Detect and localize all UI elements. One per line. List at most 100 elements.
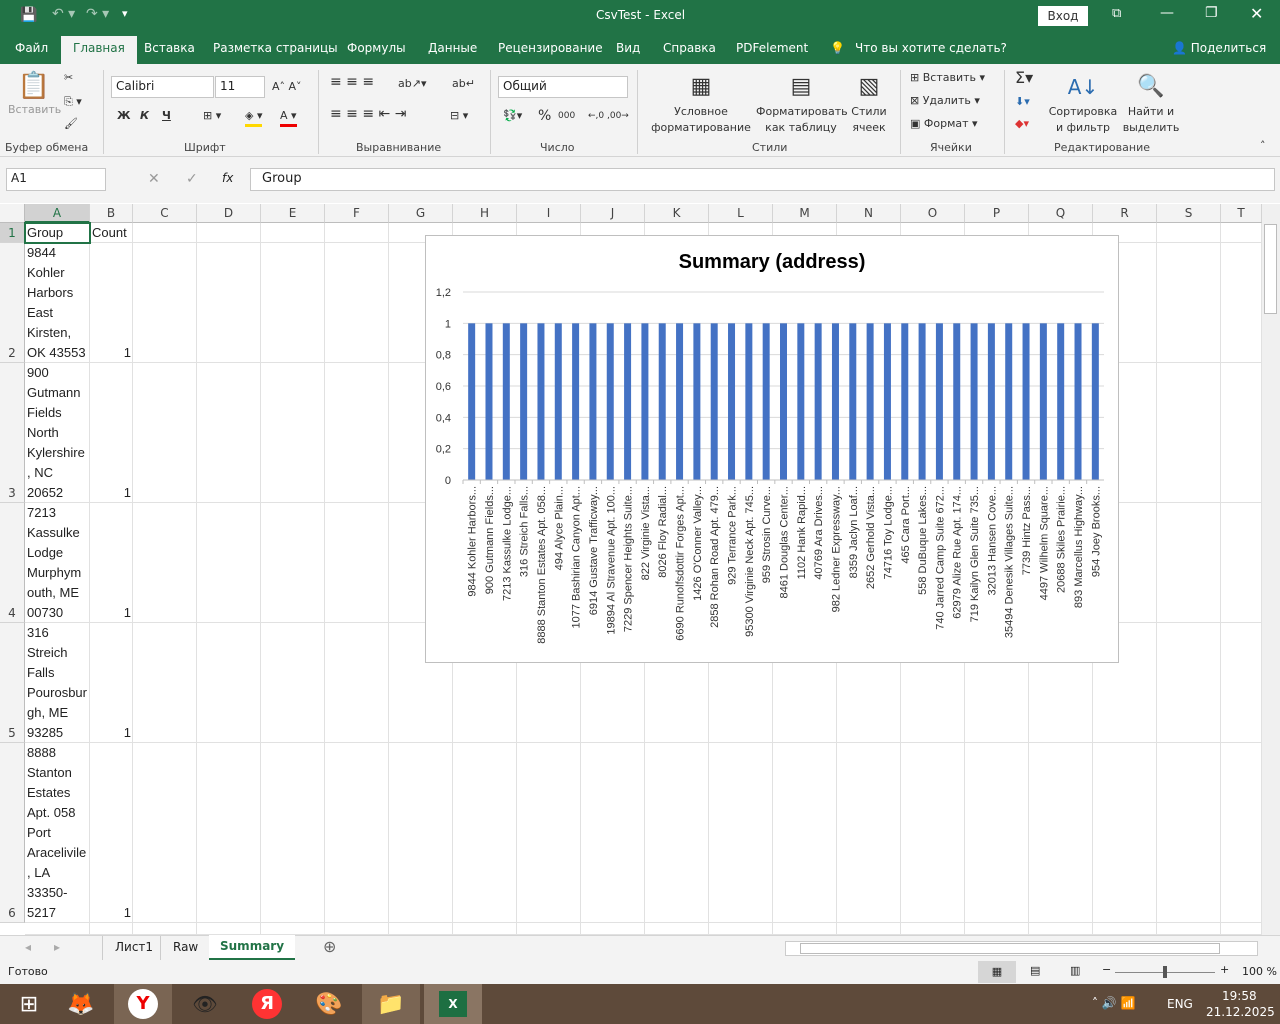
tell-me-input[interactable]: Что вы хотите сделать? (855, 41, 1007, 55)
formula-input[interactable]: Group (250, 168, 1275, 191)
restore-button[interactable]: ❐ (1205, 5, 1218, 21)
save-icon[interactable]: 💾 (20, 7, 37, 23)
normal-view-icon[interactable]: ▦ (978, 961, 1016, 983)
underline-button[interactable]: Ч (162, 108, 171, 124)
percent-button[interactable]: % (538, 108, 551, 124)
bar[interactable] (1022, 323, 1030, 480)
tab-review[interactable]: Рецензирование (498, 41, 603, 55)
column-header-m[interactable]: M (773, 204, 837, 223)
bar[interactable] (1039, 323, 1047, 480)
column-header-d[interactable]: D (197, 204, 261, 223)
format-as-table-button[interactable]: ▤ Форматировать как таблицу (756, 70, 848, 136)
column-header-c[interactable]: C (133, 204, 197, 223)
column-header-o[interactable]: O (901, 204, 965, 223)
zoom-slider-thumb[interactable] (1163, 966, 1167, 978)
tab-view[interactable]: Вид (616, 41, 640, 55)
sheet-tab[interactable]: Лист1 (102, 936, 165, 960)
copy-icon[interactable]: ⎘ ▾ (64, 94, 82, 110)
column-header-j[interactable]: J (581, 204, 645, 223)
bar[interactable] (797, 323, 805, 480)
vertical-scrollbar[interactable] (1262, 204, 1280, 935)
bar[interactable] (953, 323, 961, 480)
bar[interactable] (1057, 323, 1065, 480)
color-app-icon[interactable]: 🎨 (300, 984, 358, 1024)
bold-button[interactable]: Ж (117, 108, 130, 124)
font-name-select[interactable]: Calibri (111, 76, 214, 98)
find-select-button[interactable]: 🔍 Найти и выделить (1120, 70, 1182, 136)
bar[interactable] (987, 323, 995, 480)
close-button[interactable]: ✕ (1250, 4, 1263, 23)
bar[interactable] (572, 323, 580, 480)
autosum-icon[interactable]: Σ▾ (1015, 70, 1033, 86)
bar[interactable] (780, 323, 787, 480)
redo-icon[interactable]: ↷ ▾ (86, 6, 109, 22)
bar[interactable] (901, 323, 909, 480)
bar[interactable] (710, 323, 718, 480)
bar[interactable] (676, 323, 684, 480)
fill-icon[interactable]: ⬇▾ (1015, 94, 1030, 110)
file-explorer-icon[interactable]: 📁 (362, 984, 420, 1024)
bar[interactable] (1074, 323, 1082, 480)
row-header[interactable]: 1 (0, 223, 25, 243)
zoom-in-icon[interactable]: + (1220, 963, 1229, 976)
cell-a4[interactable]: 7213 Kassulke Lodge Murphymouth, ME 0073… (25, 503, 90, 623)
cell-a3[interactable]: 900 Gutmann Fields North Kylershire, NC … (25, 363, 90, 503)
bar[interactable] (468, 323, 476, 480)
cell-b6[interactable]: 1 (90, 743, 133, 923)
bar[interactable] (849, 323, 857, 480)
sort-filter-button[interactable]: A↓ Сортировка и фильтр (1048, 70, 1118, 136)
tab-formulas[interactable]: Формулы (347, 41, 406, 55)
bar[interactable] (1005, 323, 1013, 480)
cell-a6[interactable]: 8888 Stanton Estates Apt. 058 Port Arace… (25, 743, 90, 923)
select-all-button[interactable] (0, 204, 25, 223)
row-header[interactable]: 6 (0, 743, 25, 923)
cut-icon[interactable]: ✂ (64, 70, 73, 86)
paste-button[interactable]: 📋 Вставить (8, 70, 61, 118)
tray-icons[interactable]: ˄ 🔊 📶 (1092, 996, 1136, 1010)
bar[interactable] (970, 323, 978, 480)
insert-function-button[interactable]: fx (222, 171, 233, 185)
align-left-icon[interactable]: ≡ ≡ ≡ ⇤ ⇥ (330, 106, 406, 122)
wrap-text-icon[interactable]: ab↵ (452, 76, 475, 92)
bar[interactable] (520, 323, 528, 480)
borders-icon[interactable]: ⊞ ▾ (203, 108, 221, 124)
column-header-t[interactable]: T (1221, 204, 1262, 223)
cell-a5[interactable]: 316 Streich Falls Pourosburgh, ME 93285 (25, 623, 90, 743)
page-break-view-icon[interactable]: ▥ (1070, 964, 1080, 977)
column-header-n[interactable]: N (837, 204, 901, 223)
zoom-level[interactable]: 100 % (1242, 965, 1277, 978)
column-header-l[interactable]: L (709, 204, 773, 223)
collapse-ribbon-icon[interactable]: ˄ (1260, 138, 1266, 154)
horizontal-scroll-thumb[interactable] (800, 943, 1220, 954)
font-grow-icon[interactable]: A˄ A˅ (272, 79, 302, 95)
clock-time[interactable]: 19:58 (1222, 989, 1257, 1003)
column-header-f[interactable]: F (325, 204, 389, 223)
format-painter-icon[interactable]: 🖌 (64, 116, 78, 132)
yandex-icon[interactable]: Я (238, 984, 296, 1024)
undo-icon[interactable]: ↶ ▾ (52, 6, 75, 22)
tab-pdfelement[interactable]: PDFelement (736, 41, 808, 55)
bar[interactable] (485, 323, 493, 480)
bar[interactable] (1091, 323, 1099, 480)
start-button[interactable]: ⊞ (0, 984, 58, 1024)
enter-icon[interactable]: ✓ (186, 171, 198, 187)
share-button[interactable]: 👤 Поделиться (1172, 41, 1266, 55)
bar[interactable] (537, 323, 545, 480)
bar[interactable] (831, 323, 839, 480)
delete-cells-button[interactable]: ⊠ Удалить ▾ (910, 93, 980, 109)
column-header-s[interactable]: S (1157, 204, 1221, 223)
bar[interactable] (918, 323, 926, 480)
column-header-a[interactable]: A (25, 204, 90, 223)
number-format-select[interactable]: Общий (498, 76, 628, 98)
conditional-formatting-button[interactable]: ▦ Условное форматирование (648, 70, 754, 136)
align-top-icon[interactable]: ≡ ≡ ≡ (330, 74, 374, 90)
format-cells-button[interactable]: ▣ Формат ▾ (910, 116, 978, 132)
bar[interactable] (728, 323, 736, 480)
minimize-button[interactable]: — (1160, 5, 1174, 21)
cell-b2[interactable]: 1 (90, 243, 133, 363)
column-header-i[interactable]: I (517, 204, 581, 223)
bar[interactable] (606, 323, 614, 480)
merge-icon[interactable]: ⊟ ▾ (450, 108, 468, 124)
orientation-icon[interactable]: ab↗▾ (398, 76, 426, 92)
bar[interactable] (502, 323, 510, 480)
